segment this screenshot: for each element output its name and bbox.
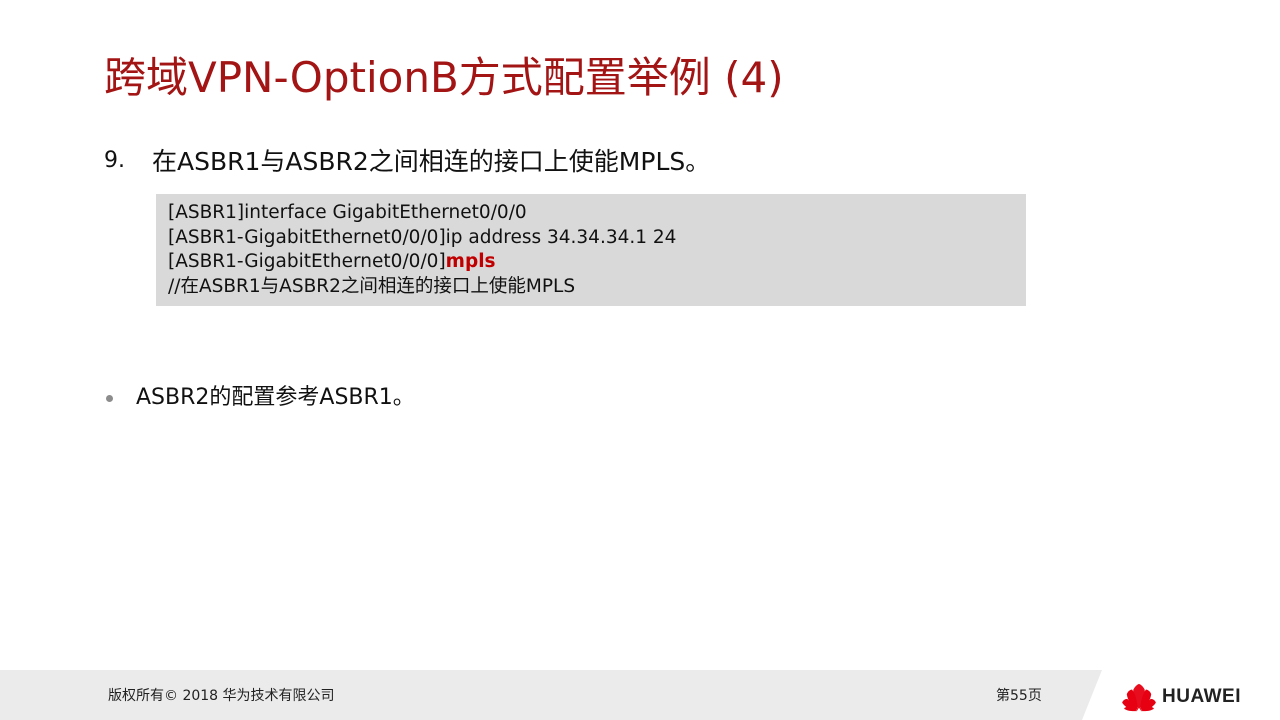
step-item: 9. 在ASBR1与ASBR2之间相连的接口上使能MPLS。 — [104, 140, 710, 180]
footer-bar: 版权所有© 2018 华为技术有限公司 第55页 — [0, 670, 1280, 720]
bullet-dot-icon — [106, 394, 113, 402]
code-line-1: [ASBR1]interface GigabitEthernet0/0/0 — [168, 202, 527, 223]
step-number: 9. — [104, 147, 125, 173]
huawei-wordmark: HUAWEI — [1162, 686, 1241, 707]
code-line-2: [ASBR1-GigabitEthernet0/0/0]ip address 3… — [168, 226, 677, 248]
footer-page-number: 第55页 — [996, 688, 1042, 704]
code-keyword-mpls: mpls — [445, 251, 496, 272]
slide: 跨域VPN-OptionB方式配置举例 (4) 9. 在ASBR1与ASBR2之… — [0, 0, 1280, 720]
code-line-3-prefix: [ASBR1-GigabitEthernet0/0/0] — [168, 251, 446, 272]
step-text: 在ASBR1与ASBR2之间相连的接口上使能MPLS。 — [152, 147, 711, 176]
bullet-text: ASBR2的配置参考ASBR1。 — [136, 385, 415, 410]
huawei-petal-logo-icon — [1122, 683, 1156, 712]
slide-title: 跨域VPN-OptionB方式配置举例 (4) — [104, 53, 784, 102]
code-comment-line: //在ASBR1与ASBR2之间相连的接口上使能MPLS — [168, 275, 576, 297]
code-line-3: [ASBR1-GigabitEthernet0/0/0]mpls — [168, 250, 1014, 275]
huawei-brand: HUAWEI — [1120, 681, 1241, 713]
footer-copyright: 版权所有© 2018 华为技术有限公司 — [108, 688, 335, 704]
code-block: [ASBR1]interface GigabitEthernet0/0/0 [A… — [156, 194, 1026, 306]
bullet-item: ASBR2的配置参考ASBR1。 — [104, 378, 415, 412]
